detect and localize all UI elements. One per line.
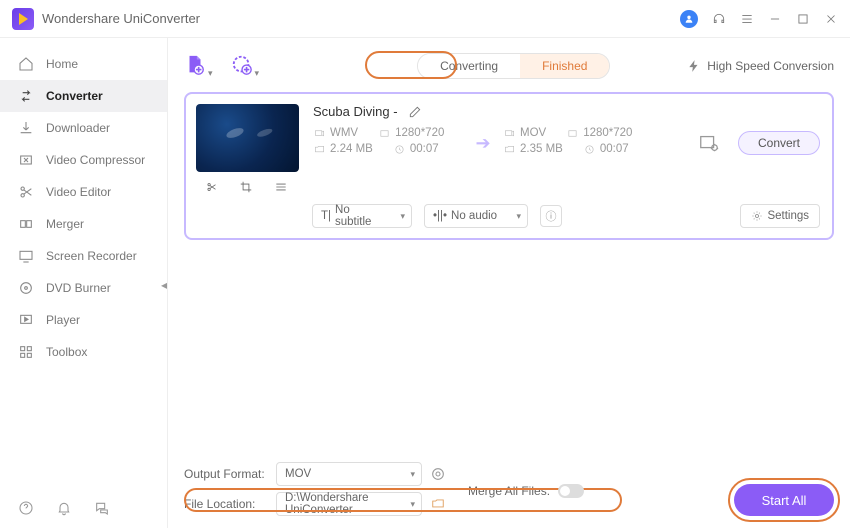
dst-format: MOV <box>520 127 546 139</box>
forum-icon[interactable] <box>94 500 110 516</box>
video-thumbnail[interactable] <box>196 104 299 172</box>
bolt-icon <box>687 59 701 73</box>
headset-icon[interactable] <box>712 12 726 26</box>
item-settings-button[interactable]: Settings <box>740 204 820 228</box>
tab-converting[interactable]: Converting <box>418 54 520 78</box>
play-icon <box>18 312 34 328</box>
app-logo <box>12 8 34 30</box>
sidebar-item-recorder[interactable]: Screen Recorder <box>0 240 167 272</box>
dst-dur: 00:07 <box>600 143 629 155</box>
merge-label: Merge All Files: <box>468 484 550 498</box>
info-icon[interactable]: ⓘ <box>540 205 562 227</box>
add-file-button[interactable]: ▾ <box>184 54 213 79</box>
dst-res: 1280*720 <box>583 127 632 139</box>
scissors-icon <box>18 184 34 200</box>
sidebar-label: Video Editor <box>46 185 111 199</box>
open-folder-icon[interactable] <box>430 497 446 511</box>
crop-icon[interactable] <box>238 180 256 194</box>
sidebar-label: Converter <box>46 89 103 103</box>
subtitle-select[interactable]: T|No subtitle▾ <box>312 204 412 228</box>
high-speed-toggle[interactable]: High Speed Conversion <box>687 59 834 73</box>
maximize-button[interactable] <box>796 12 810 26</box>
src-dur: 00:07 <box>410 143 439 155</box>
tab-finished[interactable]: Finished <box>520 54 609 78</box>
merge-icon <box>18 216 34 232</box>
sidebar-item-home[interactable]: Home <box>0 48 167 80</box>
compress-icon <box>18 152 34 168</box>
sidebar-item-converter[interactable]: Converter <box>0 80 167 112</box>
sidebar-item-toolbox[interactable]: Toolbox <box>0 336 167 368</box>
download-icon <box>18 120 34 136</box>
tab-switcher: Converting Finished <box>417 53 610 79</box>
convert-button[interactable]: Convert <box>738 131 820 155</box>
user-avatar[interactable] <box>680 10 698 28</box>
recorder-icon <box>18 248 34 264</box>
sidebar-item-downloader[interactable]: Downloader <box>0 112 167 144</box>
close-button[interactable] <box>824 12 838 26</box>
sidebar-item-compressor[interactable]: Video Compressor <box>0 144 167 176</box>
app-title: Wondershare UniConverter <box>42 11 200 26</box>
sidebar-item-dvd[interactable]: DVD Burner <box>0 272 167 304</box>
bell-icon[interactable] <box>56 500 72 516</box>
sidebar-label: Merger <box>46 217 84 231</box>
sidebar-item-merger[interactable]: Merger <box>0 208 167 240</box>
file-card: Scuba Diving - WMV 1280*720 2.24 MB 00:0… <box>184 92 834 240</box>
arrow-icon: ➔ <box>463 133 503 154</box>
sidebar-label: Downloader <box>46 121 110 135</box>
minimize-button[interactable] <box>768 12 782 26</box>
disc-icon <box>18 280 34 296</box>
start-all-button[interactable]: Start All <box>734 484 834 516</box>
sidebar-item-editor[interactable]: Video Editor <box>0 176 167 208</box>
output-settings-icon[interactable] <box>696 130 722 156</box>
sidebar-label: Video Compressor <box>46 153 145 167</box>
file-location-select[interactable]: D:\Wondershare UniConverter▾ <box>276 492 422 516</box>
src-size: 2.24 MB <box>330 143 373 155</box>
edit-name-icon[interactable] <box>408 105 422 119</box>
file-location-label: File Location: <box>184 497 268 511</box>
merge-toggle[interactable] <box>558 484 584 498</box>
add-folder-button[interactable]: ▾ <box>231 54 260 79</box>
file-name: Scuba Diving - <box>313 104 398 119</box>
dst-size: 2.35 MB <box>520 143 563 155</box>
audio-select[interactable]: •||•No audio▾ <box>424 204 528 228</box>
help-icon[interactable] <box>18 500 34 516</box>
home-icon <box>18 56 34 72</box>
grid-icon <box>18 344 34 360</box>
sidebar: Home Converter Downloader Video Compress… <box>0 38 168 528</box>
more-icon[interactable] <box>273 180 291 194</box>
menu-icon[interactable] <box>740 12 754 26</box>
sidebar-label: Screen Recorder <box>46 249 137 263</box>
trim-icon[interactable] <box>204 180 222 194</box>
src-res: 1280*720 <box>395 127 444 139</box>
output-format-label: Output Format: <box>184 467 268 481</box>
output-format-select[interactable]: MOV▾ <box>276 462 422 486</box>
batch-settings-icon[interactable] <box>430 466 446 482</box>
sidebar-item-player[interactable]: Player <box>0 304 167 336</box>
sidebar-label: Home <box>46 57 78 71</box>
sidebar-label: Toolbox <box>46 345 87 359</box>
sidebar-label: DVD Burner <box>46 281 111 295</box>
converter-icon <box>18 88 34 104</box>
src-format: WMV <box>330 127 358 139</box>
sidebar-label: Player <box>46 313 80 327</box>
